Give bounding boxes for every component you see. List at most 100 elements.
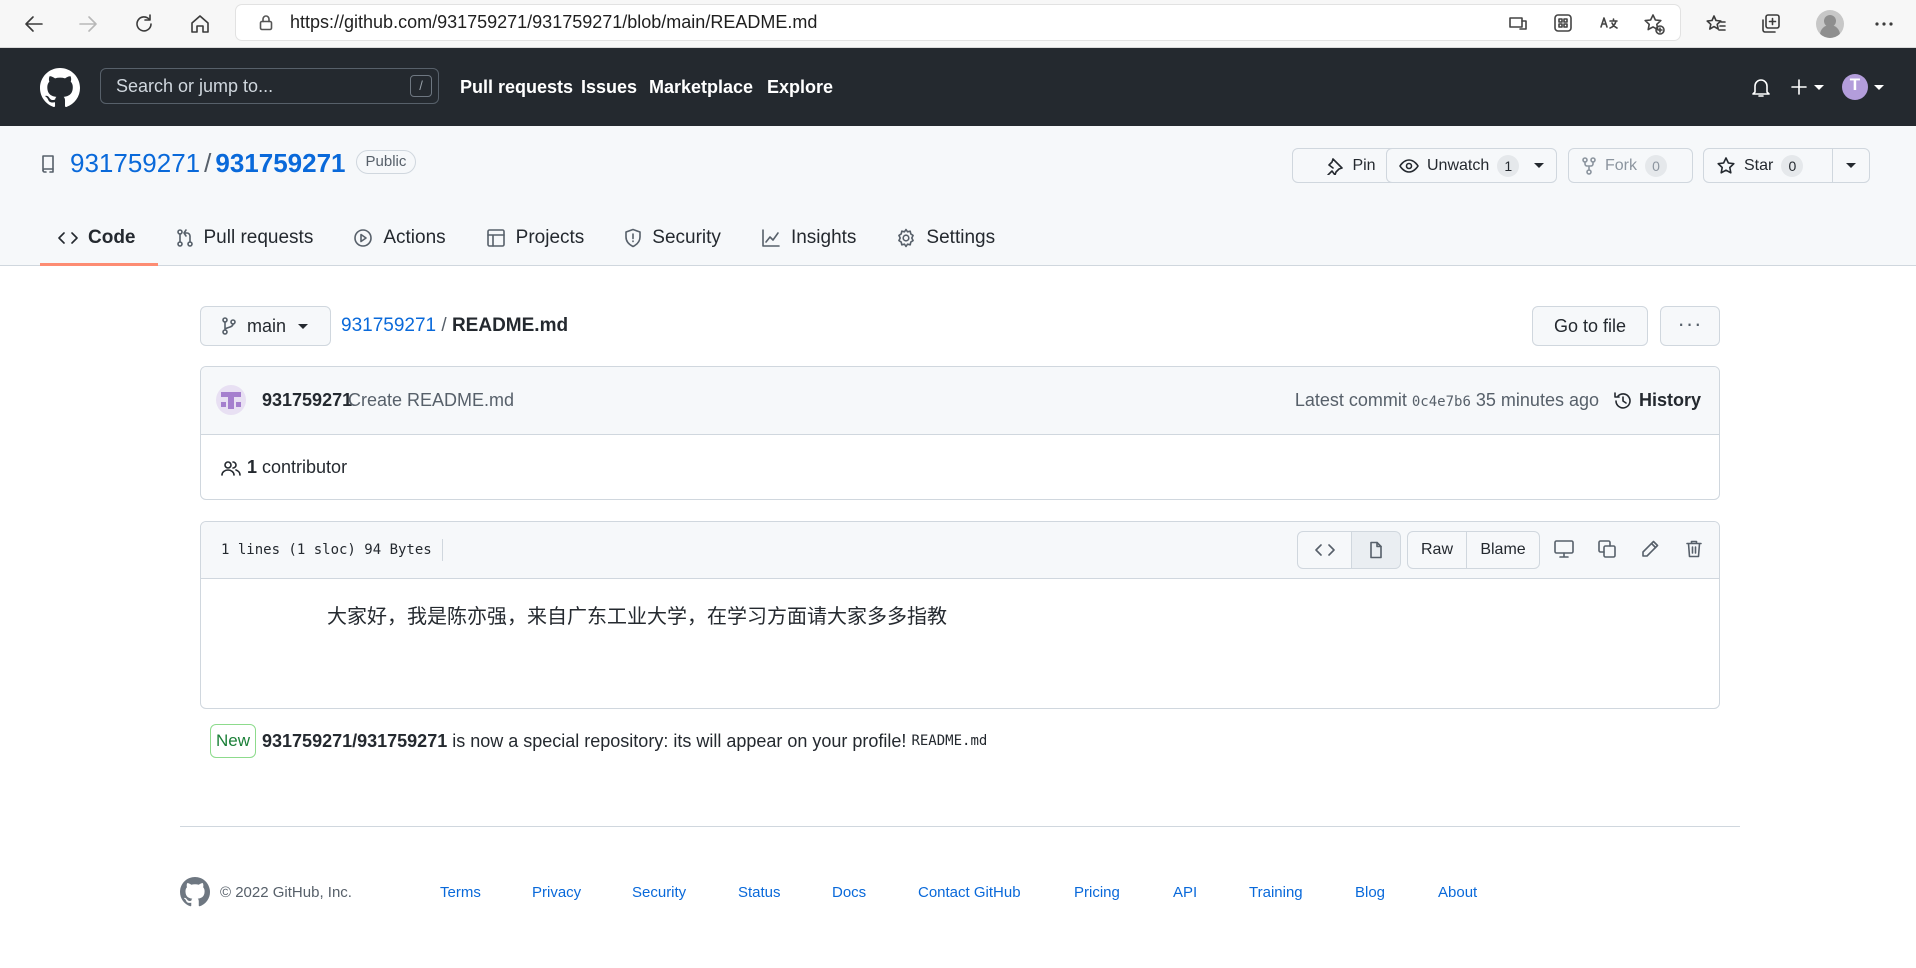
home-icon[interactable] — [184, 8, 216, 40]
repo-owner-link[interactable]: 931759271 — [70, 148, 200, 178]
star-button[interactable]: Star 0 — [1703, 148, 1870, 183]
tab-label: Projects — [515, 226, 585, 248]
people-icon — [221, 459, 241, 477]
star-icon — [1716, 156, 1736, 176]
chevron-down-icon — [1846, 163, 1856, 168]
browser-toolbar: https://github.com/931759271/931759271/b… — [0, 0, 1916, 48]
pencil-icon[interactable] — [1640, 539, 1660, 559]
readme-content: 大家好，我是陈亦强，来自广东工业大学，在学习方面请大家多多指教 — [327, 606, 947, 628]
tab-label: Settings — [926, 226, 996, 248]
address-bar[interactable]: https://github.com/931759271/931759271/b… — [236, 5, 1680, 40]
star-list-dropdown[interactable] — [1832, 149, 1869, 182]
display-source-button[interactable] — [1297, 531, 1352, 569]
commit-meta: Latest commit 0c4e7b6 35 minutes ago — [1295, 367, 1599, 436]
breadcrumb-repo-link[interactable]: 931759271 — [341, 315, 436, 336]
history-link[interactable]: History — [1613, 367, 1701, 434]
read-aloud-icon[interactable] — [1598, 13, 1618, 33]
tab-label: Pull requests — [203, 226, 314, 248]
copy-icon[interactable] — [1597, 539, 1617, 559]
forward-icon[interactable] — [72, 8, 104, 40]
play-circle-icon — [353, 228, 373, 248]
footer-link-about[interactable]: About — [1438, 877, 1477, 909]
footer-link-training[interactable]: Training — [1249, 877, 1303, 909]
branch-select-button[interactable]: main — [200, 306, 331, 346]
url-text[interactable]: https://github.com/931759271/931759271/b… — [290, 5, 817, 40]
pin-label: Pin — [1352, 156, 1376, 174]
avatar[interactable] — [216, 385, 246, 415]
fork-button[interactable]: Fork 0 — [1568, 148, 1693, 183]
commit-message-link[interactable]: Create README.md — [348, 367, 514, 434]
divider — [180, 826, 1740, 827]
blame-button[interactable]: Blame — [1466, 531, 1540, 569]
commit-sha-link[interactable]: 0c4e7b6 — [1412, 394, 1471, 410]
branch-icon — [221, 317, 237, 335]
repo-separator: / — [204, 148, 212, 178]
history-label: History — [1638, 390, 1701, 410]
latest-commit-box: 931759271 Create README.md Latest commit… — [200, 366, 1720, 500]
repository-header: 931759271/931759271 Public Pin Unwatch 1 … — [0, 126, 1916, 266]
tab-code[interactable]: Code — [40, 212, 158, 266]
new-badge: New — [210, 724, 257, 758]
profile-icon[interactable] — [1816, 10, 1844, 38]
display-rendered-button[interactable] — [1351, 531, 1401, 569]
footer-link-security[interactable]: Security — [632, 877, 686, 909]
breadcrumb: 931759271 / README.md — [341, 306, 568, 346]
footer-link-terms[interactable]: Terms — [440, 877, 481, 909]
trash-icon[interactable] — [1685, 539, 1703, 559]
favorites-icon[interactable] — [1700, 8, 1732, 40]
notifications-bell-icon[interactable] — [1750, 76, 1772, 98]
repo-name-link[interactable]: 931759271 — [215, 148, 345, 178]
latest-commit-label: Latest commit — [1294, 390, 1407, 410]
commit-row: 931759271 Create README.md Latest commit… — [201, 367, 1719, 435]
special-repo-notice: New 931759271/931759271 is now a special… — [210, 723, 987, 759]
footer-link-pricing[interactable]: Pricing — [1074, 877, 1120, 909]
lock-icon[interactable] — [258, 14, 274, 31]
user-menu-button[interactable] — [1842, 74, 1884, 100]
nav-marketplace[interactable]: Marketplace — [649, 48, 753, 126]
footer: © 2022 GitHub, Inc. Terms Privacy Securi… — [180, 877, 1740, 909]
more-icon[interactable] — [1868, 8, 1900, 40]
tab-pull-requests[interactable]: Pull requests — [158, 212, 336, 263]
tab-actions[interactable]: Actions — [335, 212, 467, 263]
footer-link-blog[interactable]: Blog — [1355, 877, 1385, 909]
create-new-button[interactable] — [1790, 78, 1824, 96]
chevron-down-icon — [1814, 84, 1824, 90]
shield-icon — [624, 228, 642, 248]
footer-link-privacy[interactable]: Privacy — [532, 877, 581, 909]
desktop-icon[interactable] — [1553, 539, 1575, 559]
refresh-icon[interactable] — [128, 8, 160, 40]
app-available-icon[interactable] — [1508, 13, 1528, 33]
code-icon — [58, 229, 78, 247]
extensions-icon[interactable] — [1553, 13, 1573, 33]
footer-link-api[interactable]: API — [1173, 877, 1197, 909]
tab-security[interactable]: Security — [606, 212, 743, 263]
fork-count: 0 — [1645, 154, 1667, 177]
github-logo-icon[interactable] — [40, 68, 80, 108]
github-logo-icon[interactable] — [180, 877, 210, 907]
search-input[interactable]: Search or jump to... / — [100, 68, 439, 104]
watch-button[interactable]: Unwatch 1 — [1386, 148, 1557, 183]
back-icon[interactable] — [18, 8, 50, 40]
search-placeholder: Search or jump to... — [116, 76, 274, 96]
tab-settings[interactable]: Settings — [878, 212, 1017, 263]
chevron-down-icon[interactable] — [1534, 163, 1544, 168]
footer-link-status[interactable]: Status — [738, 877, 781, 909]
tab-projects[interactable]: Projects — [468, 212, 607, 263]
nav-explore[interactable]: Explore — [767, 48, 833, 126]
more-options-button[interactable]: ··· — [1660, 306, 1720, 346]
contributors-row[interactable]: 1 contributor — [221, 434, 347, 499]
nav-pull-requests[interactable]: Pull requests — [460, 48, 573, 126]
watch-label: Unwatch — [1427, 156, 1490, 174]
tab-label: Code — [88, 226, 136, 248]
header-actions — [1750, 74, 1884, 100]
fork-icon — [1581, 156, 1597, 175]
collections-icon[interactable] — [1755, 8, 1787, 40]
go-to-file-button[interactable]: Go to file — [1532, 306, 1648, 346]
footer-link-contact-github[interactable]: Contact GitHub — [918, 877, 1021, 909]
favorite-add-icon[interactable] — [1643, 13, 1665, 35]
raw-button[interactable]: Raw — [1407, 531, 1467, 569]
tab-insights[interactable]: Insights — [743, 212, 878, 263]
commit-author-link[interactable]: 931759271 — [262, 367, 352, 434]
footer-link-docs[interactable]: Docs — [832, 877, 866, 909]
nav-issues[interactable]: Issues — [581, 48, 637, 126]
